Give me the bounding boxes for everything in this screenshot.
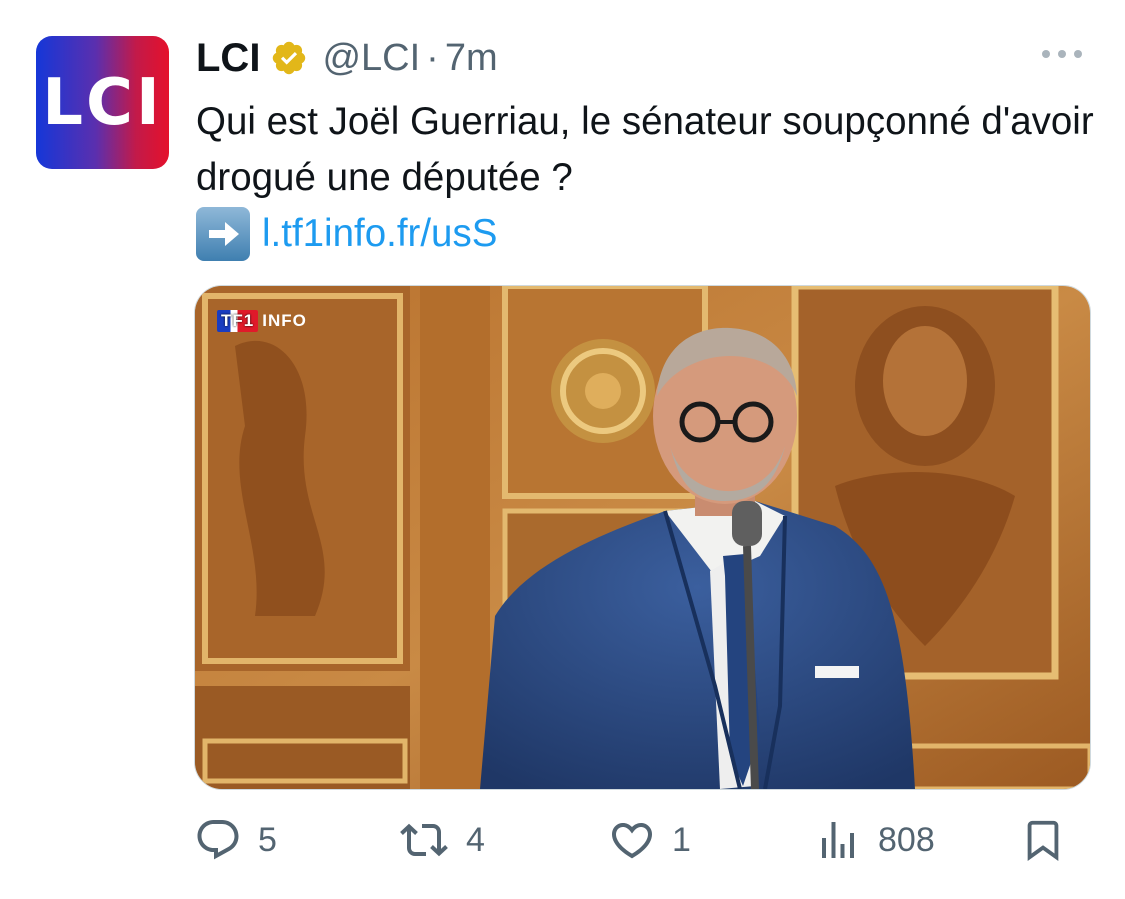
separator-dot: · <box>426 36 439 79</box>
repost-button[interactable]: 4 <box>398 808 485 872</box>
views-button[interactable]: 808 <box>814 808 935 872</box>
tweet-header: LCI @LCI · 7m <box>196 30 498 86</box>
reply-icon <box>197 820 239 860</box>
tweet-media-image[interactable]: TF1 INFO <box>194 285 1091 790</box>
reply-count: 5 <box>258 820 277 859</box>
tf1-logo: TF1 <box>217 310 259 332</box>
avatar[interactable]: LCI <box>36 36 169 169</box>
link-row: l.tf1info.fr/usS <box>196 206 497 262</box>
tf1-info-watermark: TF1 INFO <box>217 310 307 332</box>
tweet-text: Qui est Joël Guerriau, le sénateur soupç… <box>196 100 1094 199</box>
handle[interactable]: @LCI <box>322 37 420 80</box>
info-label: INFO <box>262 311 307 330</box>
more-options-icon[interactable] <box>1038 38 1086 70</box>
repost-icon <box>400 823 448 857</box>
reply-button[interactable]: 5 <box>194 808 277 872</box>
bookmark-button[interactable] <box>1020 808 1082 872</box>
like-count: 1 <box>672 820 691 859</box>
repost-count: 4 <box>466 820 485 859</box>
timestamp[interactable]: 7m <box>445 37 498 80</box>
right-arrow-emoji-icon <box>196 207 250 261</box>
tweet-link[interactable]: l.tf1info.fr/usS <box>262 212 497 256</box>
view-count: 808 <box>878 820 935 859</box>
avatar-logo-text: LCI <box>42 65 163 140</box>
heart-icon <box>611 823 653 859</box>
senator-photo <box>195 286 1090 789</box>
views-chart-icon <box>822 822 854 858</box>
bookmark-icon <box>1027 820 1059 861</box>
display-name[interactable]: LCI <box>196 36 260 81</box>
like-button[interactable]: 1 <box>608 808 691 872</box>
tweet-actions-bar: 5 4 1 808 <box>0 808 1125 872</box>
verified-badge-icon[interactable] <box>270 39 308 77</box>
